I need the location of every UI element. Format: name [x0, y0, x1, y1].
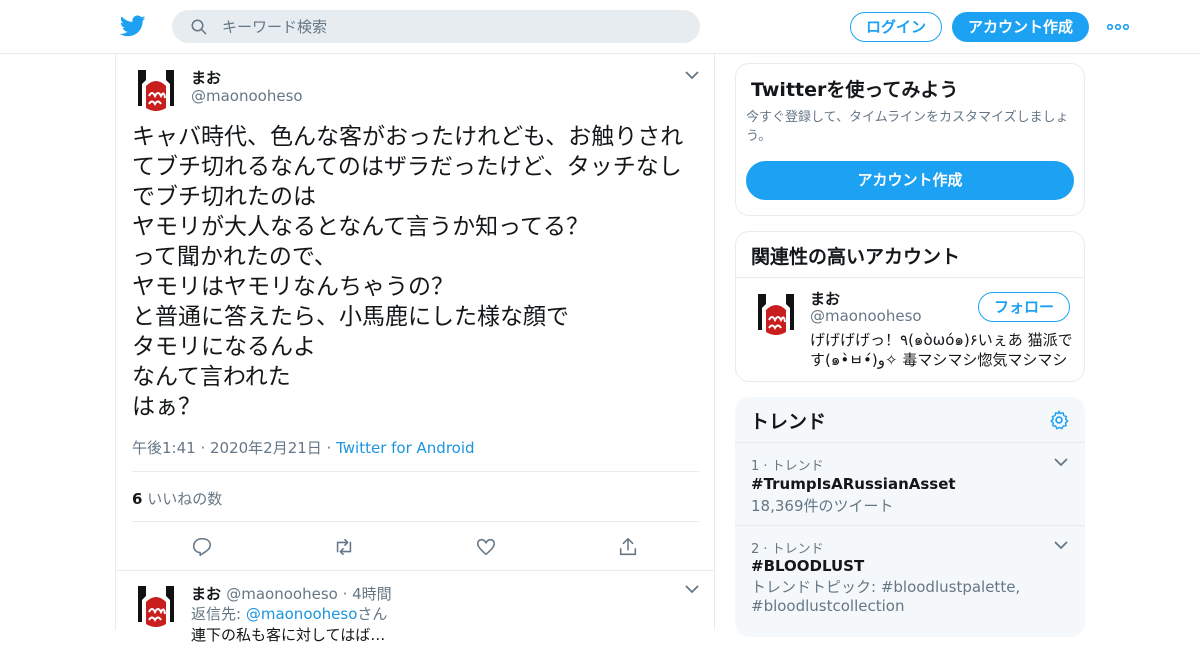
avatar[interactable] [132, 66, 180, 114]
trend-meta: 1 · トレンド [751, 459, 824, 474]
divider [132, 521, 699, 522]
signup-card-button[interactable]: アカウント作成 [746, 161, 1074, 200]
related-account-bio: げげげげっ！٩(๑òωó๑)۶いぇあ 猫派です(๑•̀ㅂ•́)و✧ 毒マシマシ惚… [810, 331, 1073, 369]
divider [736, 277, 1084, 278]
tweet-separator [116, 570, 714, 571]
signup-button[interactable]: アカウント作成 [952, 12, 1089, 42]
chevron-down-icon[interactable] [1054, 458, 1068, 467]
gear-icon[interactable] [1048, 409, 1070, 431]
trends-card: トレンド 1 · トレンド #TrumpIsARussianAsset 18,3… [735, 397, 1085, 637]
reply-to-line: 返信先: @maonoohesoさん [191, 603, 387, 624]
trend-item[interactable]: 2 · トレンド #BLOODLUST トレンドトピック: #bloodlust… [735, 525, 1085, 625]
tweet-meta: 午後1:41 · 2020年2月21日 · Twitter for Androi… [132, 437, 475, 458]
twitter-bird-icon[interactable] [120, 13, 146, 39]
reply-icon[interactable] [191, 536, 213, 558]
reply-to-suffix: さん [357, 605, 388, 623]
likes-label: いいねの数 [142, 490, 223, 508]
tweet-author-handle[interactable]: @maonooheso [191, 87, 303, 105]
related-account-handle[interactable]: @maonooheso [810, 307, 922, 325]
signup-card: Twitterを使ってみよう 今すぐ登録して、タイムラインをカスタマイズしましょ… [735, 63, 1085, 216]
follow-button[interactable]: フォロー [978, 292, 1070, 322]
tweet-text: キャバ時代、色んな客がおったけれども、お触りされてブチ切れるなんてのはザラだった… [132, 124, 684, 420]
trend-item[interactable]: 1 · トレンド #TrumpIsARussianAsset 18,369件のツ… [735, 442, 1085, 526]
like-heart-icon[interactable] [475, 536, 497, 558]
avatar[interactable] [752, 290, 800, 338]
retweet-icon[interactable] [333, 536, 355, 558]
divider [132, 471, 699, 472]
search-bar[interactable] [172, 10, 700, 43]
search-input[interactable] [222, 10, 682, 43]
related-card-title: 関連性の高いアカウント [751, 246, 961, 268]
signup-card-subtitle: 今すぐ登録して、タイムラインをカスタマイズしましょう。 [746, 110, 1069, 144]
timeline: まお @maonooheso キャバ時代、色んな客がおったけれども、お触りされて… [115, 54, 715, 644]
more-options-icon[interactable] [1107, 24, 1129, 30]
tweet-time[interactable]: 午後1:41 · 2020年2月21日 · [132, 439, 336, 457]
reply-to-link[interactable]: @maonooheso [246, 605, 358, 623]
related-account-name[interactable]: まお [810, 288, 840, 309]
likes-number: 6 [132, 490, 143, 508]
tweet-author-name[interactable]: まお [191, 67, 221, 88]
chevron-down-icon[interactable] [685, 585, 699, 594]
trend-meta: 2 · トレンド [751, 542, 824, 557]
reply-to-prefix: 返信先: [191, 605, 246, 623]
trend-name[interactable]: #BLOODLUST [751, 557, 864, 575]
chevron-down-icon[interactable] [1054, 541, 1068, 550]
likes-count[interactable]: 6 いいねの数 [132, 488, 222, 509]
reply-handle[interactable]: @maonooheso [226, 585, 338, 603]
trend-subtext: トレンドトピック: #bloodlustpalette, #bloodlustc… [751, 578, 1021, 615]
top-bar: ログイン アカウント作成 [0, 0, 1200, 54]
reply-time[interactable]: · 4時間 [338, 585, 392, 603]
reply-author-name[interactable]: まお @maonooheso · 4時間 [191, 583, 392, 604]
signup-card-title: Twitterを使ってみよう [751, 79, 959, 101]
trend-name[interactable]: #TrumpIsARussianAsset [751, 475, 956, 493]
related-accounts-card: 関連性の高いアカウント まお @maonooheso フォロー げげげげっ！٩(… [735, 231, 1085, 382]
avatar[interactable] [132, 582, 180, 630]
reply-text: 連下の私も客に対してはば… [191, 626, 386, 644]
trends-title: トレンド [750, 411, 827, 433]
chevron-down-icon[interactable] [685, 71, 699, 80]
tweet-source-link[interactable]: Twitter for Android [336, 439, 474, 457]
login-button[interactable]: ログイン [850, 12, 942, 42]
search-icon [191, 19, 207, 35]
share-icon[interactable] [617, 536, 639, 558]
trend-subtext: 18,369件のツイート [751, 497, 894, 515]
reply-name[interactable]: まお [191, 585, 221, 603]
